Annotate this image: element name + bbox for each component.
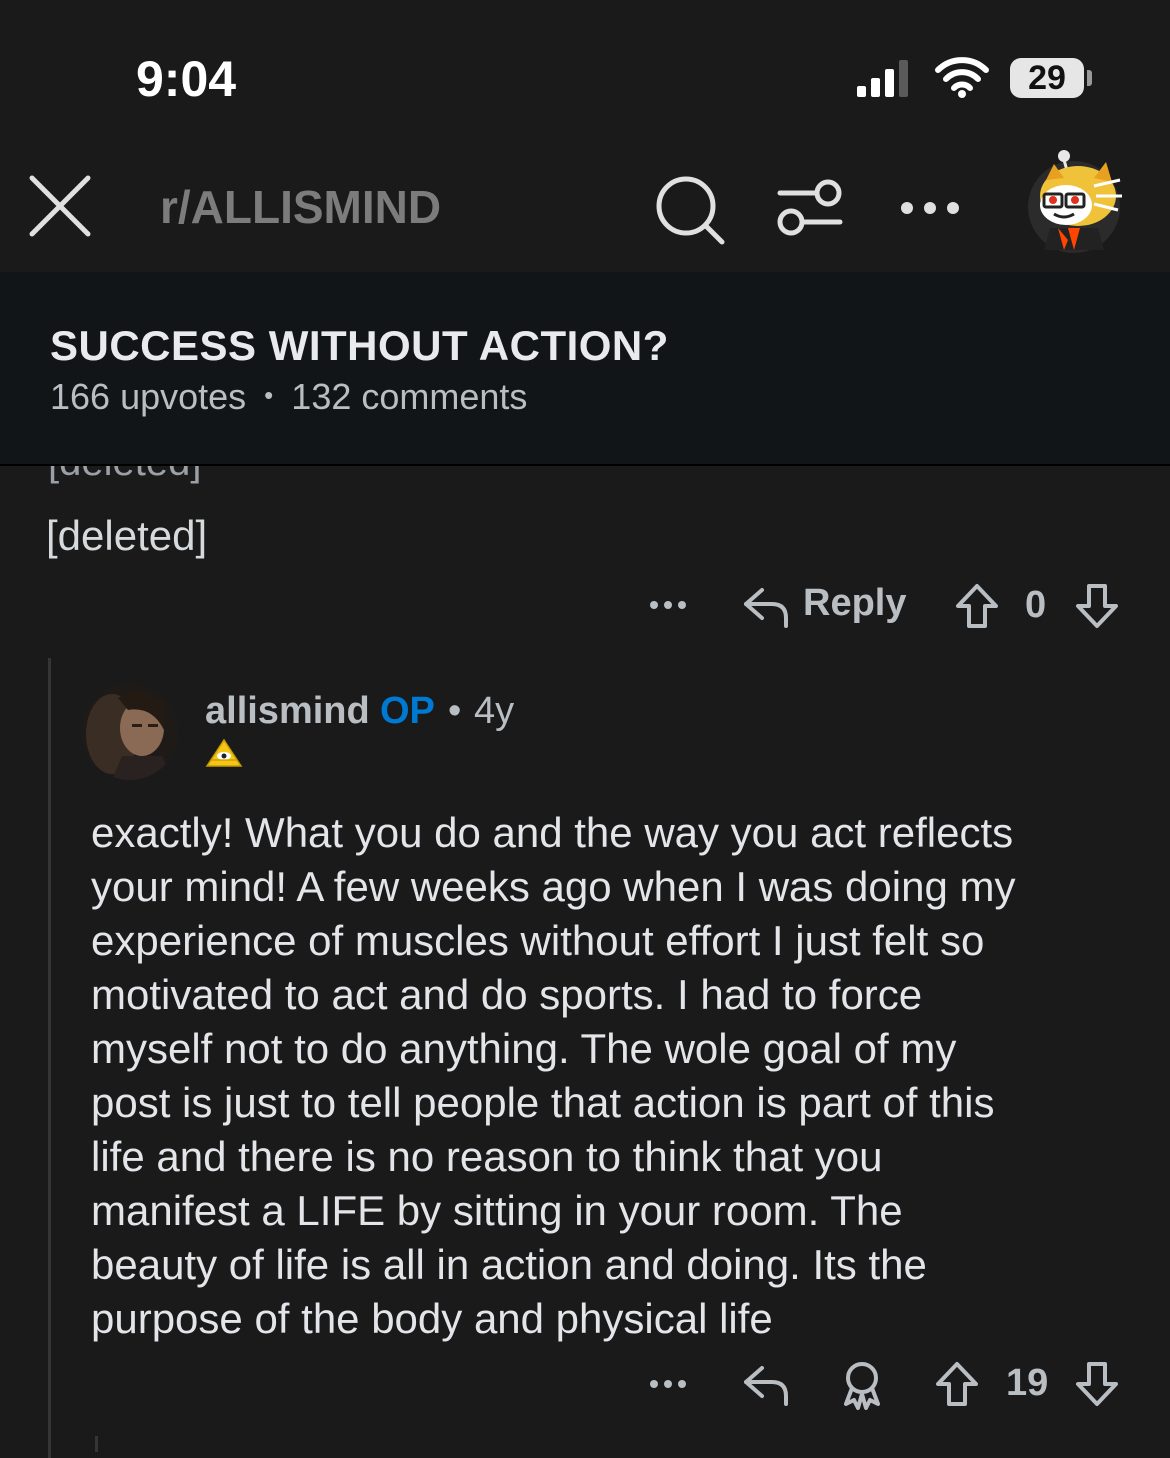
- award-icon[interactable]: [838, 1360, 886, 1410]
- battery-nub: [1087, 70, 1092, 86]
- comment-line: exactly! What you do and the way you act…: [91, 809, 1014, 856]
- comment-more-icon[interactable]: [648, 1373, 692, 1395]
- close-icon[interactable]: [26, 172, 96, 242]
- reply-button[interactable]: Reply: [803, 582, 906, 625]
- nested-thread-line[interactable]: [95, 1436, 98, 1452]
- battery-level: 29: [1028, 59, 1066, 97]
- comment-line: motivated to act and do sports. I had to…: [91, 971, 923, 1018]
- comment-line: your mind! A few weeks ago when I was do…: [91, 863, 1016, 910]
- search-icon[interactable]: [652, 172, 728, 248]
- user-avatar-icon[interactable]: [1024, 150, 1124, 255]
- op-badge: OP: [380, 690, 435, 732]
- comment-score: 19: [1006, 1362, 1049, 1404]
- comment-line: life and there is no reason to think tha…: [91, 1133, 883, 1180]
- meta-separator: •: [264, 380, 274, 410]
- reply-icon[interactable]: [742, 1362, 792, 1408]
- wifi-icon: [935, 56, 989, 98]
- subreddit-name[interactable]: r/ALLISMIND: [160, 180, 441, 234]
- comment-line: purpose of the body and physical life: [91, 1295, 773, 1342]
- parent-score: 0: [1025, 584, 1047, 626]
- parent-more-icon[interactable]: [648, 594, 692, 616]
- comment-line: experience of muscles without effort I j…: [91, 917, 985, 964]
- comment-age: 4y: [474, 690, 515, 732]
- parent-comment-body: [deleted]: [46, 512, 208, 559]
- more-options-icon[interactable]: [896, 190, 964, 226]
- comment-line: manifest a LIFE by sitting in your room.…: [91, 1187, 903, 1234]
- thread-line[interactable]: [48, 658, 51, 1458]
- parent-author: [deleted]: [48, 466, 201, 486]
- battery-indicator: 29: [1010, 58, 1084, 98]
- comment-body: exactly! What you do and the way you act…: [91, 806, 1131, 1346]
- author-separator: •: [448, 690, 462, 732]
- downvote-icon[interactable]: [1074, 1360, 1120, 1408]
- filter-icon[interactable]: [774, 176, 846, 240]
- eye-pyramid-flair-icon: [205, 738, 243, 768]
- comment-line: beauty of life is all in action and doin…: [91, 1241, 927, 1288]
- upvote-count: 166 upvotes: [50, 376, 247, 417]
- post-title[interactable]: SUCCESS WITHOUT ACTION?: [50, 322, 669, 370]
- comment-line: myself not to do anything. The wole goal…: [91, 1025, 957, 1072]
- cellular-signal-icon: [855, 58, 915, 98]
- downvote-icon[interactable]: [1074, 582, 1120, 630]
- upvote-icon[interactable]: [934, 1360, 980, 1408]
- comment-author[interactable]: allismind: [205, 690, 370, 733]
- reply-icon[interactable]: [742, 584, 792, 630]
- comment-line: post is just to tell people that action …: [91, 1079, 995, 1126]
- status-time: 9:04: [136, 51, 237, 107]
- post-meta: 166 upvotes • 132 comments: [50, 376, 527, 418]
- commenter-avatar[interactable]: [82, 684, 178, 780]
- upvote-icon[interactable]: [954, 582, 1000, 630]
- comment-count: 132 comments: [291, 376, 528, 417]
